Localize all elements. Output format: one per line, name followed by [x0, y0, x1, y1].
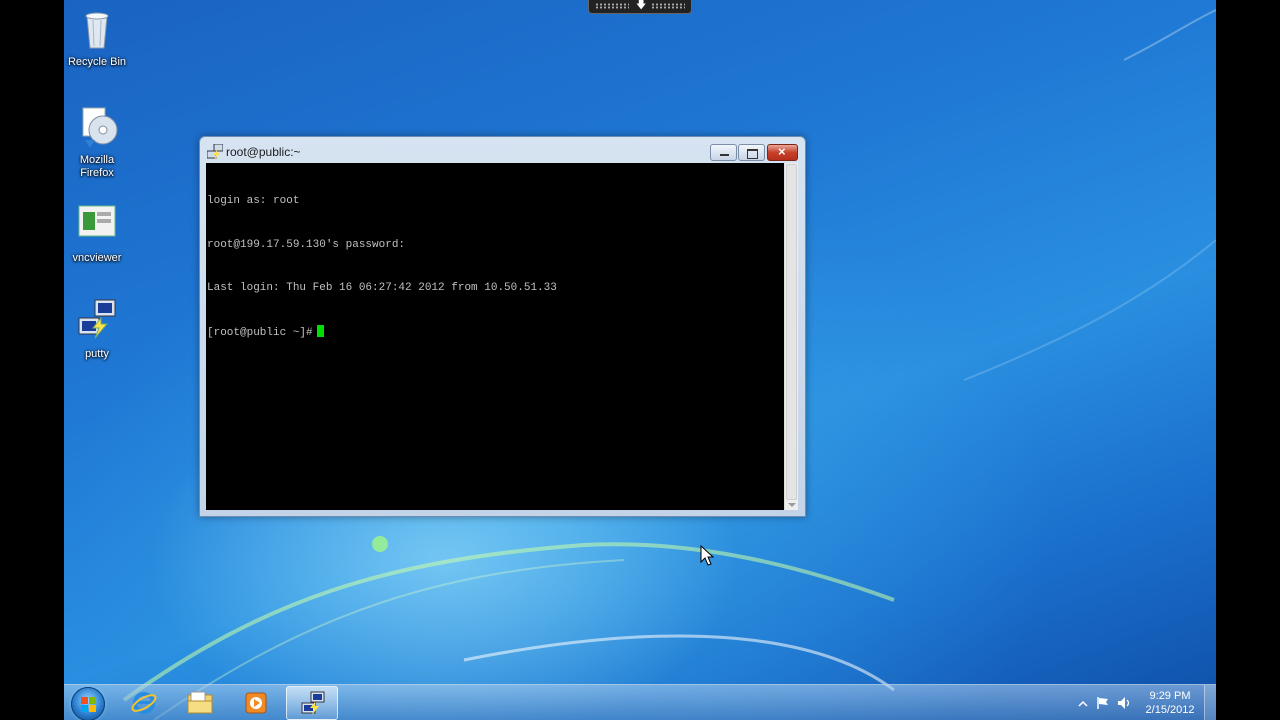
terminal-prompt: [root@public ~]# — [207, 326, 313, 339]
taskbar-item-media-player[interactable] — [230, 686, 282, 720]
vertical-scrollbar[interactable] — [784, 163, 798, 510]
terminal-prompt-line: [root@public ~]# — [207, 324, 784, 341]
restore-button[interactable] — [738, 144, 765, 161]
minimize-button[interactable] — [710, 144, 737, 161]
show-desktop-button[interactable] — [1204, 685, 1216, 720]
right-letterbox — [1216, 0, 1280, 720]
desktop-icon-firefox[interactable]: Mozilla Firefox — [64, 104, 130, 180]
terminal-cursor — [316, 324, 324, 337]
grip-dots — [651, 3, 685, 9]
terminal-line: root@199.17.59.130's password: — [207, 238, 406, 251]
vnc-toolbar-tab[interactable]: 🡇 — [588, 0, 692, 14]
arrow-down-icon[interactable]: 🡇 — [636, 1, 646, 11]
scroll-down-arrow-icon[interactable] — [788, 503, 796, 507]
taskbar: 9:29 PM 2/15/2012 — [64, 684, 1216, 720]
media-player-icon — [245, 692, 267, 714]
vncviewer-icon — [73, 202, 121, 250]
clock-time: 9:29 PM — [1149, 690, 1191, 702]
putty-icon — [207, 144, 223, 160]
close-button[interactable]: × — [767, 144, 798, 161]
terminal-line: Last login: Thu Feb 16 06:27:42 2012 fro… — [207, 282, 557, 294]
recycle-bin-icon — [73, 6, 121, 54]
internet-explorer-icon — [131, 692, 157, 714]
show-hidden-icons-chevron-icon[interactable] — [1078, 700, 1088, 708]
window-title: root@public:~ — [226, 145, 301, 159]
firefox-icon — [73, 104, 121, 152]
left-letterbox — [0, 0, 64, 720]
scrollbar-thumb[interactable] — [786, 164, 797, 500]
clock-date: 2/15/2012 — [1145, 704, 1195, 716]
volume-icon[interactable] — [1117, 696, 1131, 710]
close-icon: × — [778, 144, 786, 159]
putty-window[interactable]: root@public:~ × login as: root root@199.… — [199, 136, 806, 517]
desktop-icon-recycle-bin[interactable]: Recycle Bin — [64, 6, 130, 69]
mouse-pointer-icon — [700, 545, 714, 566]
desktop-icon-label: putty — [85, 348, 109, 360]
terminal-line: login as: root — [207, 195, 300, 207]
taskbar-clock[interactable]: 9:29 PM 2/15/2012 — [1138, 689, 1202, 717]
terminal-output[interactable]: login as: root root@199.17.59.130's pass… — [206, 163, 784, 510]
desktop-icon-label: Recycle Bin — [67, 56, 127, 68]
putty-icon — [301, 691, 325, 715]
desktop-icon-label: Mozilla Firefox — [79, 154, 115, 179]
desktop-icon-putty[interactable]: putty — [64, 298, 130, 361]
taskbar-item-putty[interactable] — [286, 686, 338, 720]
file-explorer-icon — [187, 691, 213, 714]
taskbar-item-file-explorer[interactable] — [174, 686, 226, 720]
start-button[interactable] — [71, 687, 105, 720]
windows-logo-icon — [81, 697, 96, 712]
action-center-flag-icon[interactable] — [1096, 696, 1110, 710]
desktop-icon-label: vncviewer — [72, 252, 122, 264]
putty-icon — [73, 298, 121, 346]
grip-dots — [595, 3, 629, 9]
desktop[interactable]: 🡇 Recycle Bin Mozilla Firefox vncviewer … — [64, 0, 1216, 720]
desktop-icon-vncviewer[interactable]: vncviewer — [64, 202, 130, 265]
taskbar-item-internet-explorer[interactable] — [118, 686, 170, 720]
